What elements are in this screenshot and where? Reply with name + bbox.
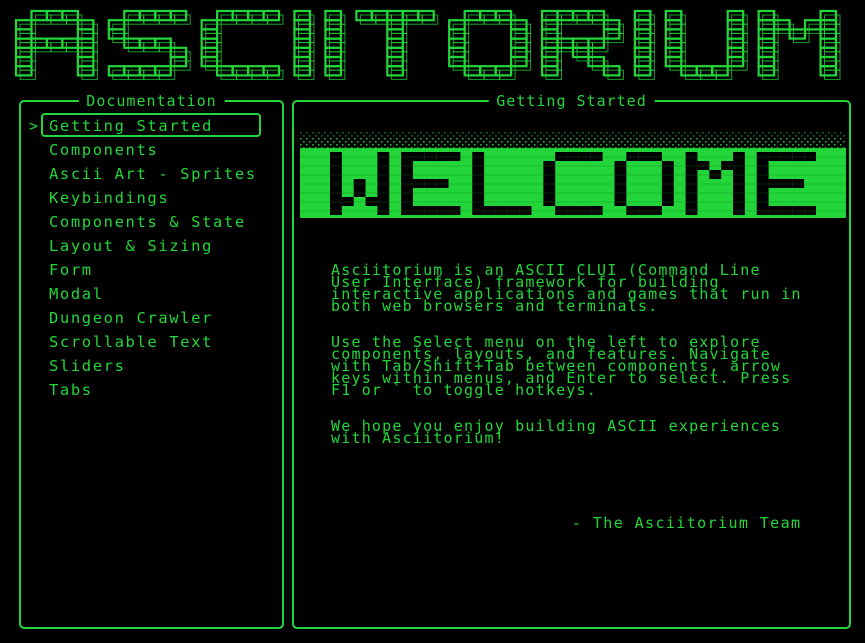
ascii-art-letter bbox=[757, 9, 841, 80]
content-body: Asciitorium is an ASCII CLUI (Command Li… bbox=[331, 261, 831, 468]
ascii-art-letter bbox=[293, 9, 315, 80]
sidebar-item-label: Modal bbox=[49, 285, 104, 303]
sidebar-item[interactable]: Components bbox=[29, 138, 257, 162]
ascii-art-letter bbox=[107, 9, 191, 80]
sidebar-item[interactable]: Modal bbox=[29, 282, 257, 306]
intro-paragraph: Asciitorium is an ASCII CLUI (Command Li… bbox=[331, 261, 802, 315]
content-panel: Getting Started Asciitorium is an ASCII … bbox=[292, 92, 851, 629]
sidebar-panel: Documentation > Getting Started Components… bbox=[19, 92, 284, 629]
ascii-art-letter bbox=[664, 9, 748, 80]
sidebar-item[interactable]: Form bbox=[29, 258, 257, 282]
sidebar-item-label: Dungeon Crawler bbox=[49, 309, 213, 327]
sidebar-title: Documentation bbox=[78, 92, 225, 110]
selection-caret-icon: > bbox=[29, 117, 40, 135]
sidebar-item-label: Components bbox=[49, 141, 159, 159]
sidebar-item[interactable]: Components & State bbox=[29, 210, 257, 234]
sidebar-item[interactable]: Dungeon Crawler bbox=[29, 306, 257, 330]
closing-paragraph: We hope you enjoy building ASCII experie… bbox=[331, 417, 782, 447]
sidebar-item-label: Getting Started bbox=[49, 117, 213, 135]
ascii-art-letter bbox=[355, 9, 439, 80]
sidebar-item[interactable]: > Getting Started bbox=[29, 113, 261, 138]
ascii-art-letter bbox=[200, 9, 284, 80]
ascii-art-letter bbox=[14, 9, 98, 80]
sidebar-item-label: Tabs bbox=[49, 381, 93, 399]
sidebar-item-label: Form bbox=[49, 261, 93, 279]
sidebar-item[interactable]: Ascii Art - Sprites bbox=[29, 162, 257, 186]
sidebar-item[interactable]: Scrollable Text bbox=[29, 330, 257, 354]
sidebar-item[interactable]: Keybindings bbox=[29, 186, 257, 210]
sidebar-item-label: Scrollable Text bbox=[49, 333, 213, 351]
ascii-art-letter bbox=[633, 9, 655, 80]
content-title: Getting Started bbox=[488, 92, 655, 110]
sidebar-item-label: Keybindings bbox=[49, 189, 170, 207]
sidebar-item-label: Components & State bbox=[49, 213, 246, 231]
ascii-art-letter bbox=[448, 9, 532, 80]
signature: - The Asciitorium Team bbox=[572, 514, 802, 532]
navigation-paragraph: Use the Select menu on the left to explo… bbox=[331, 333, 792, 399]
sidebar-item[interactable]: Layout & Sizing bbox=[29, 234, 257, 258]
sidebar-item[interactable]: Tabs bbox=[29, 378, 257, 402]
app-logo bbox=[0, 4, 865, 82]
sidebar-item-label: Layout & Sizing bbox=[49, 237, 213, 255]
ascii-art-letter bbox=[324, 9, 346, 80]
ascii-art-letter bbox=[540, 9, 624, 80]
sidebar-item[interactable]: Sliders bbox=[29, 354, 257, 378]
sidebar-menu[interactable]: > Getting Started Components Ascii Art - Sp… bbox=[29, 113, 261, 402]
sidebar-item-label: Ascii Art - Sprites bbox=[49, 165, 257, 183]
sidebar-item-label: Sliders bbox=[49, 357, 126, 375]
welcome-ascii-art bbox=[300, 132, 846, 218]
